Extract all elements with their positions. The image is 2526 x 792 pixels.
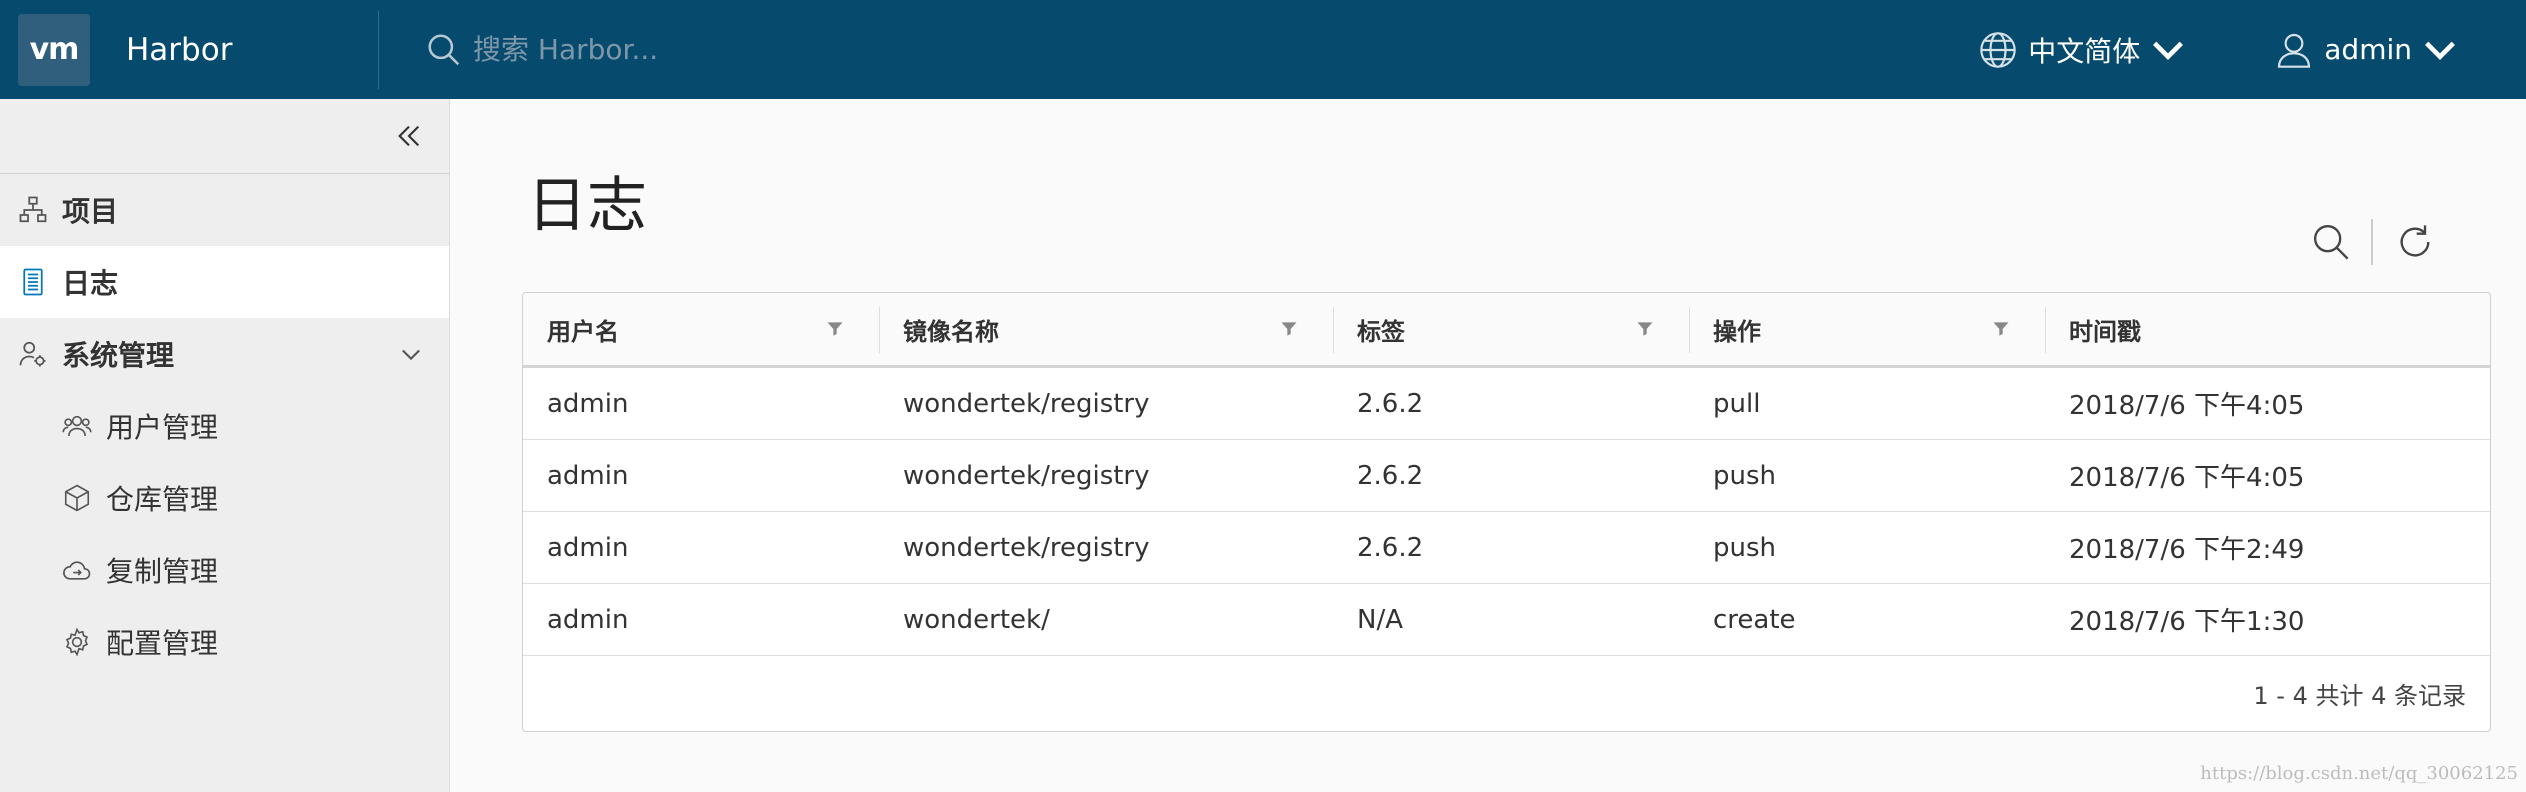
filter-icon[interactable] <box>1635 319 1655 339</box>
table-row: admin wondertek/registry 2.6.2 push 2018… <box>523 512 2490 584</box>
cell-image-name: wondertek/ <box>903 604 1050 635</box>
cell-image-name: wondertek/registry <box>903 388 1150 419</box>
chevron-down-icon <box>2425 41 2455 60</box>
logs-table: 用户名 镜像名称 标签 操作 时间戳 admin wondertek/regis… <box>522 292 2491 732</box>
cell-username: admin <box>547 532 629 563</box>
sidebar-item-configuration[interactable]: 配置管理 <box>0 606 449 678</box>
column-header-username[interactable]: 用户名 <box>523 293 879 365</box>
cell-image-name: wondertek/registry <box>903 460 1150 491</box>
brand-name: Harbor <box>126 31 233 68</box>
main-content: 日志 用户名 镜像名称 标签 操作 时间戳 admin wondertek/re… <box>451 99 2526 792</box>
users-icon <box>62 415 92 437</box>
table-row: admin wondertek/ N/A create 2018/7/6 下午1… <box>523 584 2490 656</box>
language-label: 中文简体 <box>2028 34 2141 68</box>
column-header-image-name[interactable]: 镜像名称 <box>879 293 1333 365</box>
record-count: 1 - 4 共计 4 条记录 <box>2253 682 2466 710</box>
filter-icon[interactable] <box>825 319 845 339</box>
language-selector[interactable]: 中文简体 <box>1978 0 2198 99</box>
search-icon[interactable] <box>2311 222 2351 262</box>
sidebar: 项目 日志 系统管理 用户管理 仓库管理 复制管理 配置管理 <box>0 99 450 792</box>
cell-username: admin <box>547 388 629 419</box>
chevron-down-icon <box>2153 41 2184 60</box>
table-row: admin wondertek/registry 2.6.2 push 2018… <box>523 440 2490 512</box>
vmware-logo: vm <box>18 13 90 86</box>
user-menu[interactable]: admin <box>2274 0 2470 99</box>
cloud-icon <box>63 561 91 580</box>
table-row: admin wondertek/registry 2.6.2 pull 2018… <box>523 368 2490 440</box>
cell-timestamp: 2018/7/6 下午4:05 <box>2069 463 2305 493</box>
search-input[interactable] <box>473 33 1073 66</box>
column-header-timestamp[interactable]: 时间戳 <box>2045 293 2490 365</box>
app-header: vm Harbor 中文简体 admin <box>0 0 2526 99</box>
sidebar-item-logs[interactable]: 日志 <box>0 246 449 318</box>
sidebar-item-system-admin[interactable]: 系统管理 <box>0 318 449 390</box>
cell-operation: push <box>1713 460 1777 491</box>
page-title: 日志 <box>527 171 647 241</box>
header-divider <box>378 10 379 89</box>
sidebar-item-label: 日志 <box>62 267 119 300</box>
table-header: 用户名 镜像名称 标签 操作 时间戳 <box>523 293 2490 368</box>
cell-timestamp: 2018/7/6 下午1:30 <box>2069 607 2305 637</box>
sidebar-item-label: 用户管理 <box>106 411 219 444</box>
filter-icon[interactable] <box>1279 319 1299 339</box>
cell-timestamp: 2018/7/6 下午4:05 <box>2069 391 2305 421</box>
column-header-operation[interactable]: 操作 <box>1689 293 2045 365</box>
double-chevron-left-icon[interactable] <box>393 120 425 152</box>
filter-icon[interactable] <box>1991 319 2011 339</box>
column-header-tag[interactable]: 标签 <box>1333 293 1689 365</box>
cell-username: admin <box>547 604 629 635</box>
sidebar-item-user-management[interactable]: 用户管理 <box>0 390 449 462</box>
cell-timestamp: 2018/7/6 下午2:49 <box>2069 535 2305 565</box>
search-icon <box>428 33 460 65</box>
cell-tag: N/A <box>1357 604 1403 635</box>
admin-icon <box>19 341 46 367</box>
gear-icon <box>65 627 89 657</box>
user-icon <box>2278 33 2311 68</box>
globe-icon <box>1980 31 2016 68</box>
projects-icon <box>19 196 47 223</box>
cell-image-name: wondertek/registry <box>903 532 1150 563</box>
cell-username: admin <box>547 460 629 491</box>
cell-operation: push <box>1713 532 1777 563</box>
table-footer: 1 - 4 共计 4 条记录 <box>523 656 2490 731</box>
toolbar-separator <box>2371 219 2373 265</box>
logs-icon <box>23 268 43 296</box>
sidebar-item-label: 复制管理 <box>106 555 219 588</box>
username: admin <box>2324 33 2412 66</box>
sidebar-collapse-row <box>0 99 449 174</box>
sidebar-item-label: 仓库管理 <box>106 483 219 516</box>
refresh-icon[interactable] <box>2395 222 2435 262</box>
global-search[interactable] <box>425 0 1978 99</box>
brand[interactable]: vm Harbor <box>0 0 378 99</box>
cell-tag: 2.6.2 <box>1357 460 1424 491</box>
cell-tag: 2.6.2 <box>1357 532 1424 563</box>
cell-operation: pull <box>1713 388 1761 419</box>
cube-icon <box>64 484 90 512</box>
chevron-down-icon[interactable] <box>397 340 425 368</box>
sidebar-item-projects[interactable]: 项目 <box>0 174 449 246</box>
sidebar-item-registry-management[interactable]: 仓库管理 <box>0 462 449 534</box>
cell-tag: 2.6.2 <box>1357 388 1424 419</box>
sidebar-item-replication-management[interactable]: 复制管理 <box>0 534 449 606</box>
sidebar-item-label: 配置管理 <box>106 627 219 660</box>
sidebar-item-label: 系统管理 <box>62 339 175 372</box>
watermark: https://blog.csdn.net/qq_30062125 <box>2200 763 2518 784</box>
sidebar-item-label: 项目 <box>62 195 119 228</box>
grid-toolbar <box>2311 219 2435 265</box>
cell-operation: create <box>1713 604 1796 635</box>
